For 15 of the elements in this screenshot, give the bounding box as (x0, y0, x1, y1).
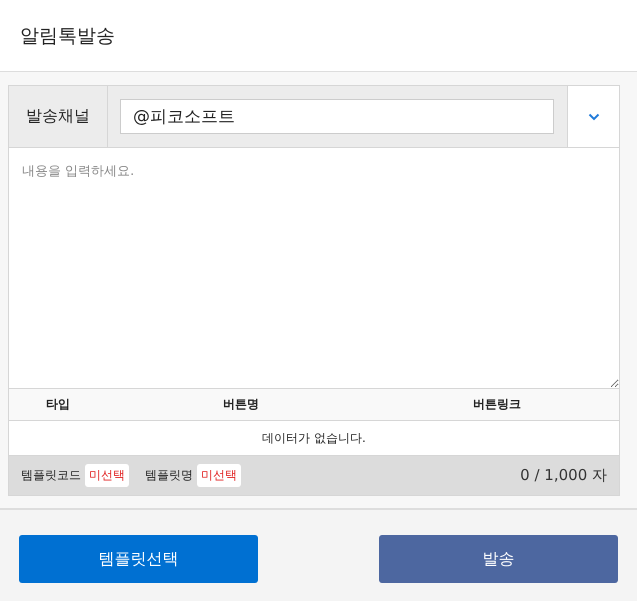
action-button[interactable]: 발송 (379, 535, 618, 583)
column-header: 버튼링크 (374, 389, 619, 420)
column-header: 버튼명 (106, 389, 375, 420)
status-label: 템플릿코드 (21, 467, 81, 484)
status-tag: 미선택 (197, 464, 241, 487)
column-header: 타입 (9, 389, 107, 420)
chevron-down-icon (588, 112, 600, 120)
character-counter: 0 / 1,000 자 (520, 466, 607, 485)
channel-field[interactable]: @피코소프트 (120, 99, 554, 134)
status-tag: 미선택 (85, 464, 129, 487)
status-label: 템플릿명 (145, 467, 193, 484)
field-label: 발송채널 (26, 106, 90, 127)
empty-message: 데이터가 없습니다. (9, 420, 619, 455)
action-button[interactable]: 템플릿선택 (19, 535, 258, 583)
dialog-title: 알림톡발송 (20, 24, 115, 48)
